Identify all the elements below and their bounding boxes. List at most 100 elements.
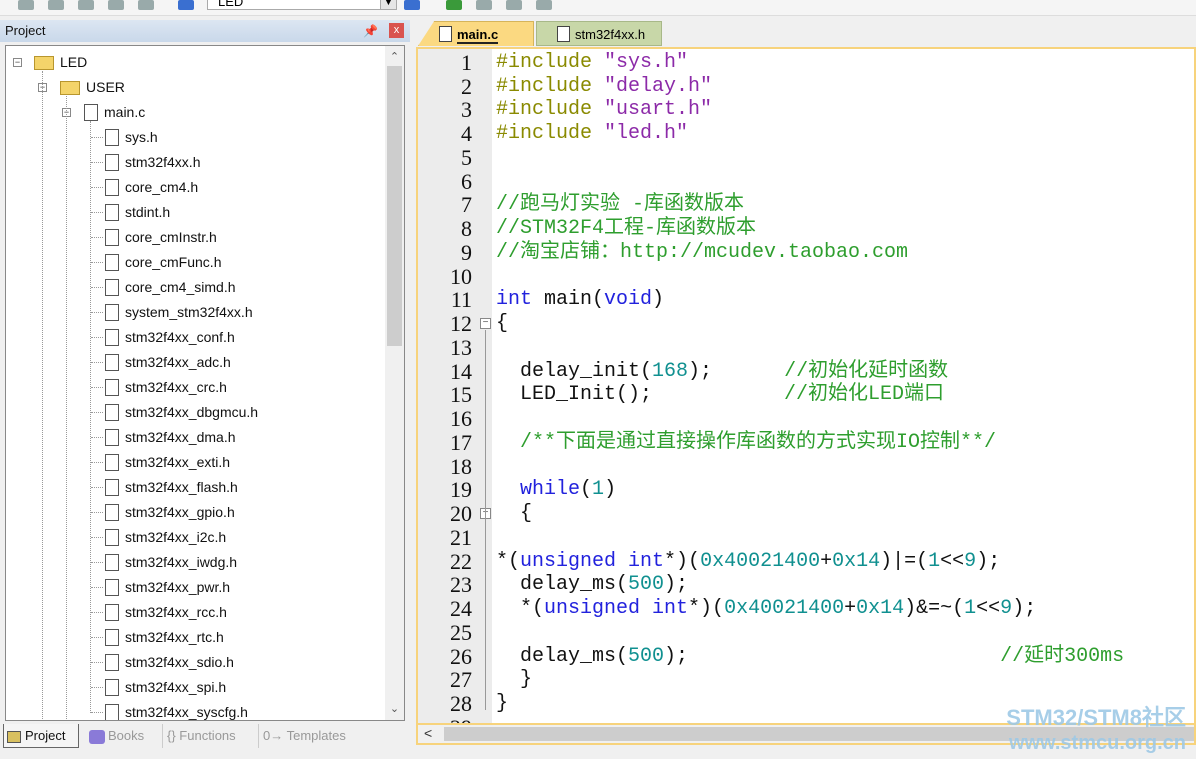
tree-item-include[interactable]: core_cm4.h <box>105 176 198 198</box>
toolbar-button-icon[interactable] <box>78 0 94 10</box>
code-token-tx: << <box>940 549 965 573</box>
tree-item-include[interactable]: stm32f4xx_gpio.h <box>105 501 235 523</box>
code-editor[interactable]: 1 2 3 4 5 6 7 8 9 10 11 12 13 14 15 16 17 18 19 20 21 22 23 24 2… <box>416 47 1196 725</box>
toolbar-button-icon[interactable] <box>476 0 492 10</box>
fold-toggle-icon[interactable]: − <box>480 318 491 330</box>
code-line[interactable]: #include "led.h" <box>496 122 688 146</box>
tree-line <box>91 462 103 463</box>
code-line[interactable]: { <box>496 312 508 336</box>
code-line[interactable]: } <box>496 668 532 692</box>
tree-item-include[interactable]: sys.h <box>105 126 158 148</box>
code-token-tx: + <box>820 549 833 573</box>
scroll-left-icon[interactable]: < <box>424 725 432 741</box>
code-token-tx: ); <box>664 573 689 597</box>
tree-item-include[interactable]: stm32f4xx_dbgmcu.h <box>105 401 258 423</box>
line-number: 22 <box>450 548 472 574</box>
header-file-icon <box>105 153 119 171</box>
close-icon[interactable]: x <box>389 23 404 38</box>
toolbar-button-icon[interactable] <box>138 0 154 10</box>
tree-line <box>91 437 103 438</box>
tree-item-include[interactable]: stm32f4xx_exti.h <box>105 451 230 473</box>
tree-item-include[interactable]: stm32f4xx_sdio.h <box>105 651 234 673</box>
tab-stm32f4xx-h[interactable]: stm32f4xx.h <box>536 21 662 46</box>
toolbar-button-icon[interactable] <box>536 0 552 10</box>
download-icon[interactable] <box>178 0 194 10</box>
toolbar-button-icon[interactable] <box>108 0 124 10</box>
tree-item-include[interactable]: stm32f4xx_flash.h <box>105 476 238 498</box>
tree-line <box>91 412 103 413</box>
tab-main-c[interactable]: main.c <box>418 21 534 46</box>
scroll-thumb[interactable] <box>387 66 402 346</box>
watermark: STM32/STM8社区 www.stmcu.org.cn <box>1006 700 1186 755</box>
tab-project[interactable]: Project <box>3 724 79 748</box>
tree-item-include[interactable]: stm32f4xx_iwdg.h <box>105 551 237 573</box>
toolbar-button-icon[interactable] <box>446 0 462 10</box>
tree-item-label: core_cmInstr.h <box>125 229 217 245</box>
tree-item-include[interactable]: core_cmFunc.h <box>105 251 221 273</box>
tree-item-led[interactable]: LED <box>34 51 87 73</box>
tree-item-include[interactable]: stm32f4xx_dma.h <box>105 426 236 448</box>
toolbar-button-icon[interactable] <box>18 0 34 10</box>
code-line[interactable]: *(unsigned int*)(0x40021400+0x14)&=~(1<<… <box>496 597 1036 621</box>
code-line[interactable]: //淘宝店铺：http://mcudev.taobao.com <box>496 241 908 265</box>
tree-item-include[interactable]: core_cm4_simd.h <box>105 276 236 298</box>
header-file-icon <box>105 653 119 671</box>
tree-item-include[interactable]: stm32f4xx_crc.h <box>105 376 227 398</box>
code-line[interactable]: delay_ms(500); //延时300ms <box>496 645 1124 669</box>
code-line[interactable]: //跑马灯实验 -库函数版本 <box>496 193 744 217</box>
code-token-cm: //初始化LED端口 <box>784 383 945 407</box>
tree-item-label: stm32f4xx_conf.h <box>125 329 235 345</box>
code-token-num: 0x40021400 <box>724 597 845 621</box>
tree-item-include[interactable]: stm32f4xx_i2c.h <box>105 526 226 548</box>
scroll-down-icon[interactable]: ⌄ <box>385 702 404 720</box>
code-token-pp: #include <box>496 98 605 122</box>
tree-item-label: stm32f4xx_syscfg.h <box>125 704 248 720</box>
code-line[interactable]: #include "delay.h" <box>496 75 712 99</box>
code-token-num: 1 <box>592 478 605 502</box>
toolbar-button-icon[interactable] <box>48 0 64 10</box>
tree-item-include[interactable]: core_cmInstr.h <box>105 226 217 248</box>
tree-item-include[interactable]: stm32f4xx_conf.h <box>105 326 235 348</box>
code-line[interactable]: LED_Init(); //初始化LED端口 <box>496 383 944 407</box>
tree-item-include[interactable]: stm32f4xx.h <box>105 151 200 173</box>
tree-item-include[interactable]: stdint.h <box>105 201 170 223</box>
tree-item-include[interactable]: stm32f4xx_pwr.h <box>105 576 230 598</box>
tree-item-include[interactable]: stm32f4xx_rtc.h <box>105 626 224 648</box>
tab-functions[interactable]: {} Functions <box>162 724 236 748</box>
code-line[interactable]: delay_init(168); //初始化延时函数 <box>496 360 948 384</box>
manage-icon[interactable] <box>404 0 420 10</box>
code-line[interactable]: int main(void) <box>496 288 664 312</box>
code-token-pp: #include <box>496 51 605 74</box>
target-select[interactable]: LED ▼ <box>207 0 397 10</box>
pin-icon[interactable]: 📌 <box>363 20 378 42</box>
code-line[interactable]: #include "sys.h" <box>496 51 688 75</box>
tab-templates[interactable]: 0→ Templates <box>258 724 346 748</box>
code-token-cm: //初始化延时函数 <box>784 359 949 383</box>
code-line[interactable]: /**下面是通过直接操作库函数的方式实现IO控制**/ <box>496 431 996 455</box>
tree-item-include[interactable]: system_stm32f4xx.h <box>105 301 253 323</box>
code-line[interactable]: *(unsigned int*)(0x40021400+0x14)|=(1<<9… <box>496 550 1000 574</box>
collapse-toggle[interactable]: − <box>13 58 22 67</box>
tree-item-include[interactable]: stm32f4xx_rcc.h <box>105 601 227 623</box>
code-line[interactable]: { <box>496 502 532 526</box>
code-line[interactable]: delay_ms(500); <box>496 573 688 597</box>
code-line[interactable]: } <box>496 692 508 716</box>
tree-item-main-c[interactable]: main.c <box>84 101 145 123</box>
line-number: 23 <box>450 572 472 598</box>
project-tree: − LED − USER − main.c sys.h stm32f4xx.h core_cm4… <box>5 45 405 721</box>
code-token-num: 0x14 <box>832 549 881 573</box>
tree-item-user[interactable]: USER <box>60 76 125 98</box>
tree-item-include[interactable]: stm32f4xx_spi.h <box>105 676 226 698</box>
code-line[interactable]: while(1) <box>496 478 616 502</box>
code-line[interactable]: #include "usart.h" <box>496 98 712 122</box>
line-number: 18 <box>450 453 472 479</box>
code-line[interactable]: //STM32F4工程-库函数版本 <box>496 217 756 241</box>
tree-line <box>66 96 67 720</box>
tree-item-include[interactable]: stm32f4xx_syscfg.h <box>105 701 248 720</box>
chevron-down-icon[interactable]: ▼ <box>380 0 396 9</box>
tab-books[interactable]: Books <box>86 724 144 748</box>
tree-item-include[interactable]: stm32f4xx_adc.h <box>105 351 231 373</box>
vertical-scrollbar[interactable]: ⌃ ⌄ <box>385 46 404 720</box>
tree-item-label: stm32f4xx_pwr.h <box>125 579 231 595</box>
toolbar-button-icon[interactable] <box>506 0 522 10</box>
